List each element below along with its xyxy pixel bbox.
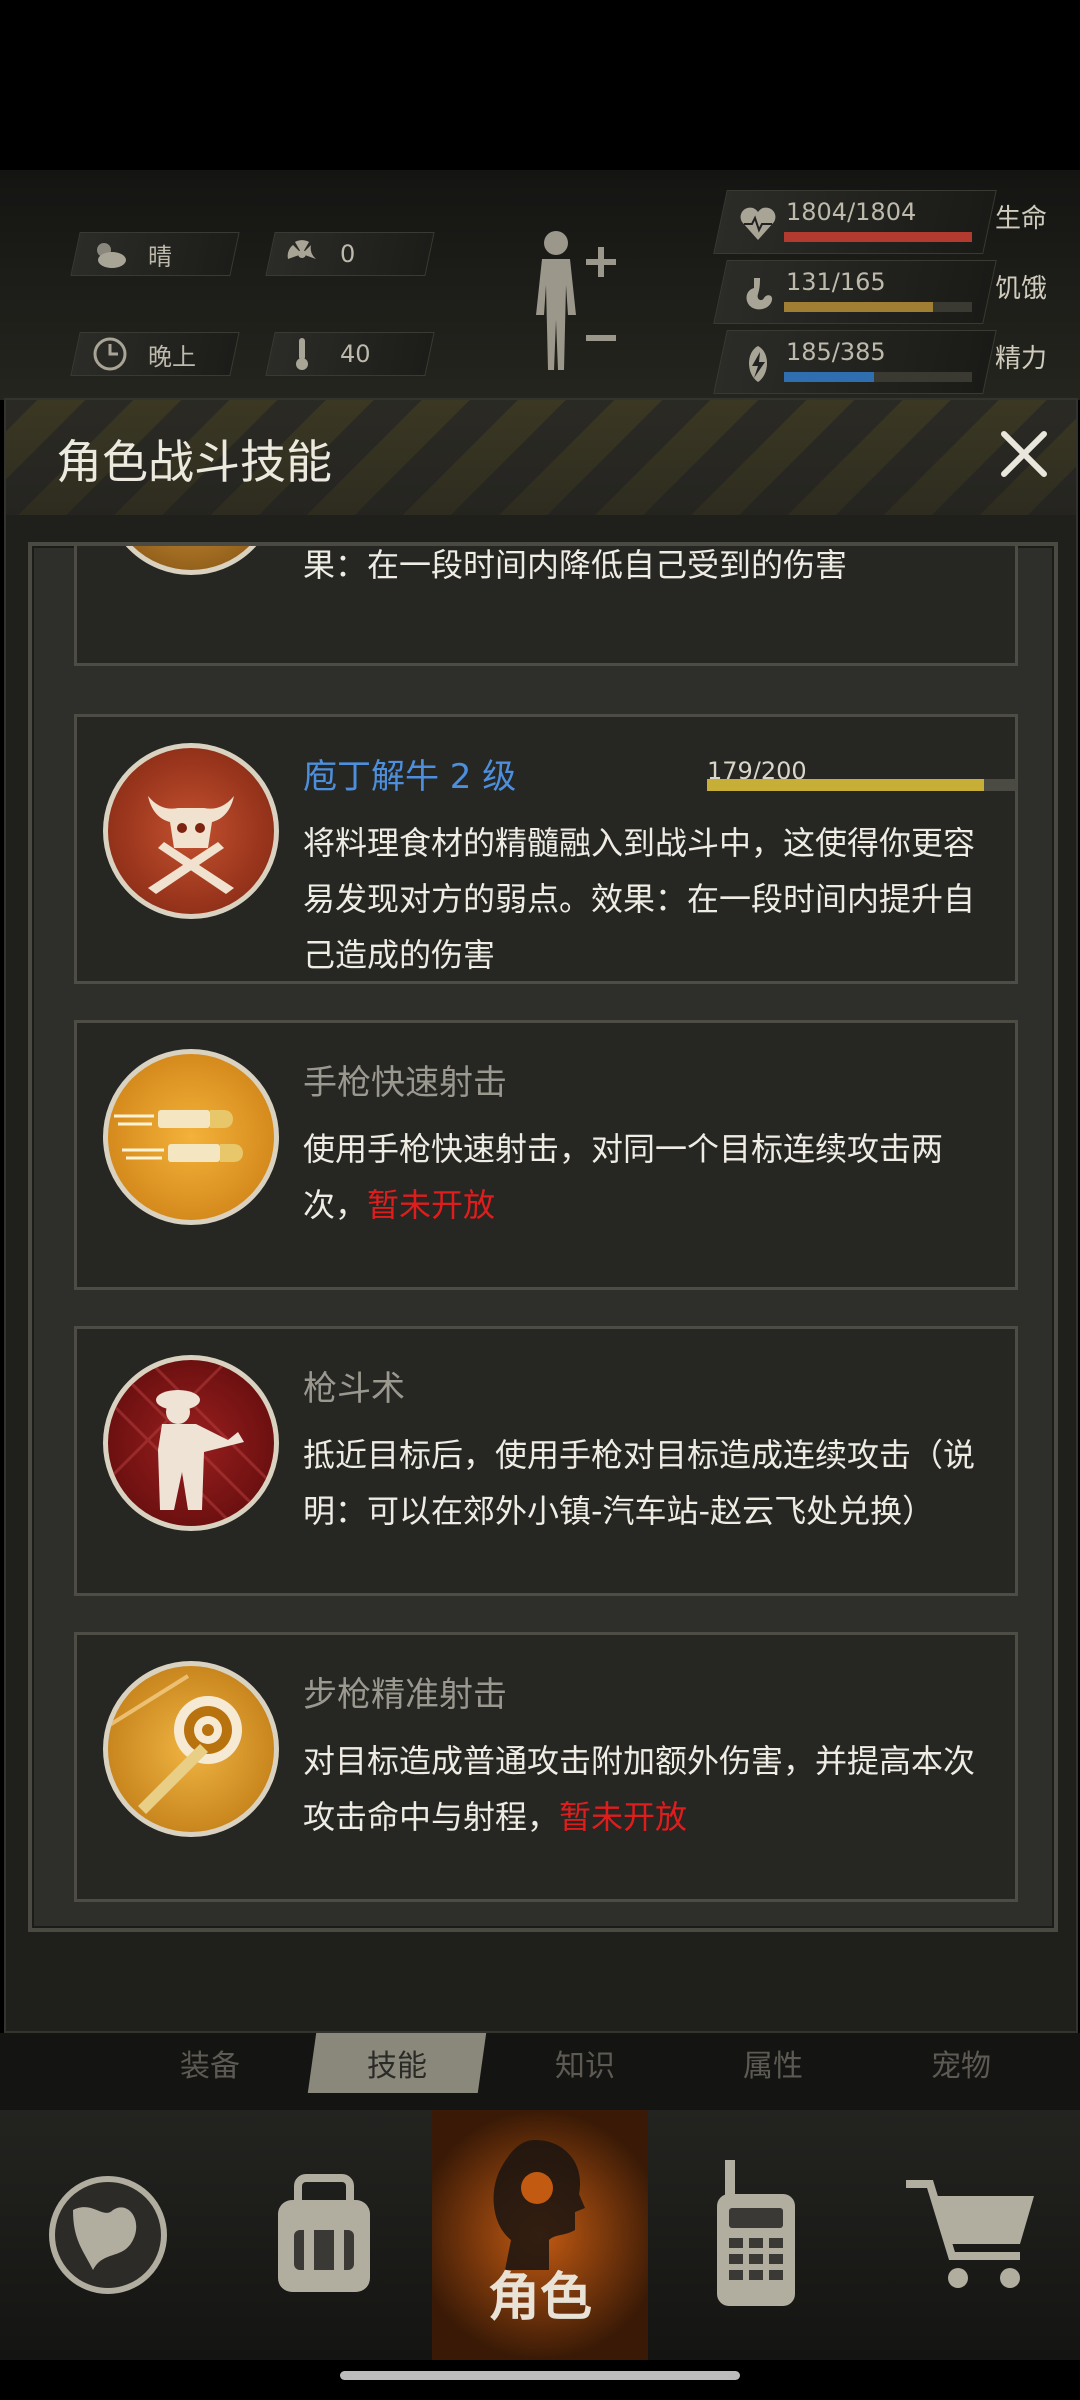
skill-name: 手枪快速射击 (303, 1063, 507, 1103)
energy-icon (749, 346, 767, 382)
tab-equipment[interactable]: 装备 (125, 2033, 295, 2093)
energy-label: 精力 (995, 344, 1048, 374)
energy-bar (784, 372, 972, 382)
target-bullet-icon (103, 1661, 279, 1837)
skill-desc: 抵近目标后，使用手枪对目标造成连续攻击（说明：可以在郊外小镇-汽车站-赵云飞处兑… (303, 1436, 976, 1530)
bull-skull-knives-icon (103, 743, 279, 919)
bottom-nav: 角色 (0, 2110, 1080, 2360)
tab-pets[interactable]: 宠物 (876, 2033, 1046, 2093)
heart-icon (740, 207, 776, 240)
radiation-icon (282, 234, 322, 274)
skill-desc: 果：在一段时间内降低自己受到的伤害 (303, 546, 848, 584)
tab-strip: 装备 技能 知识 属性 宠物 (0, 2033, 1080, 2113)
body-figure-button[interactable] (520, 225, 620, 375)
cart-icon (906, 2180, 1034, 2288)
temperature-value: 40 (340, 340, 371, 368)
globe-icon (49, 2176, 167, 2294)
skill-list[interactable]: 果：在一段时间内降低自己受到的伤害 庖丁解牛 2 级 179/200 将料理食材… (28, 542, 1058, 1932)
skill-desc-wrap: 对目标造成普通攻击附加额外伤害，并提高本次攻击命中与射程，暂未开放 (303, 1733, 995, 1845)
body-figure-icon (536, 231, 616, 370)
nav-map-button[interactable] (0, 2110, 216, 2360)
tab-attributes[interactable]: 属性 (688, 2033, 858, 2093)
health-bar-fill (784, 232, 972, 242)
tab-knowledge[interactable]: 知识 (500, 2033, 670, 2093)
home-indicator[interactable] (340, 2371, 740, 2380)
health-bar (784, 232, 972, 242)
energy-value: 185/385 (786, 338, 886, 366)
tab-label: 技能 (367, 2049, 427, 2084)
temperature-info: 40 (282, 332, 371, 376)
time-info: 晚上 (90, 332, 196, 376)
health-stat: 1804/1804 生命 (713, 190, 1060, 258)
gunman-icon (103, 1355, 279, 1531)
health-value: 1804/1804 (786, 198, 917, 226)
thermometer-icon (282, 334, 322, 374)
skill-card[interactable]: 枪斗术 抵近目标后，使用手枪对目标造成连续攻击（说明：可以在郊外小镇-汽车站-赵… (74, 1326, 1018, 1596)
skill-card[interactable]: 果：在一段时间内降低自己受到的伤害 (74, 546, 1018, 666)
health-label: 生命 (995, 204, 1048, 234)
radiation-value: 0 (340, 240, 356, 268)
energy-bar-fill (784, 372, 875, 382)
nav-character-label: 角色 (487, 2268, 592, 2328)
nav-shop-button[interactable] (864, 2110, 1080, 2360)
close-button[interactable] (992, 422, 1056, 486)
skill-xp-bar (707, 779, 1017, 791)
status-bar: 晴 0 晚上 40 1804/1804 生命 131/165 饥饿 185/38… (0, 170, 1080, 400)
cloud-sun-icon (90, 234, 130, 274)
skill-card[interactable]: 庖丁解牛 2 级 179/200 将料理食材的精髓融入到战斗中，这使得你更容易发… (74, 714, 1018, 984)
skill-name: 步枪精准射击 (303, 1675, 507, 1715)
hunger-label: 饥饿 (995, 274, 1048, 304)
tab-label: 宠物 (931, 2049, 991, 2084)
hunger-stat: 131/165 饥饿 (713, 260, 1060, 328)
skill-desc: 将料理食材的精髓融入到战斗中，这使得你更容易发现对方的弱点。效果：在一段时间内提… (303, 824, 976, 974)
skill-name: 枪斗术 (303, 1369, 405, 1409)
skill-name: 庖丁解牛 2 级 (303, 757, 517, 797)
close-icon (1001, 431, 1047, 477)
tab-skills[interactable]: 技能 (307, 2033, 487, 2093)
nav-character-button[interactable]: 角色 (432, 2110, 648, 2360)
tab-label: 装备 (180, 2049, 240, 2084)
dialog-header: 角色战斗技能 (6, 400, 1076, 515)
combat-skills-dialog: 角色战斗技能 果：在一段时间内降低自己受到的伤害 庖丁解牛 2 级 179/20… (4, 398, 1078, 2033)
shield-skill-icon (103, 546, 279, 575)
walkie-talkie-icon (717, 2160, 795, 2306)
stomach-icon (746, 278, 773, 310)
top-black-area (0, 0, 1080, 170)
hunger-bar (784, 302, 972, 312)
nav-backpack-button[interactable] (216, 2110, 432, 2360)
nav-radio-button[interactable] (648, 2110, 864, 2360)
hunger-bar-fill (784, 302, 934, 312)
bullets-icon (103, 1049, 279, 1225)
skill-desc-wrap: 使用手枪快速射击，对同一个目标连续攻击两次，暂未开放 (303, 1121, 995, 1233)
skill-card[interactable]: 步枪精准射击 对目标造成普通攻击附加额外伤害，并提高本次攻击命中与射程，暂未开放 (74, 1632, 1018, 1902)
backpack-icon (278, 2174, 370, 2292)
energy-stat: 185/385 精力 (713, 330, 1060, 398)
radiation-info: 0 (282, 232, 355, 276)
weather-info: 晴 (90, 232, 172, 276)
hunger-value: 131/165 (786, 268, 886, 296)
skill-locked-label: 暂未开放 (367, 1186, 496, 1224)
time-text: 晚上 (148, 342, 196, 371)
weather-text: 晴 (148, 242, 172, 271)
tab-label: 属性 (743, 2049, 803, 2084)
skill-card[interactable]: 手枪快速射击 使用手枪快速射击，对同一个目标连续攻击两次，暂未开放 (74, 1020, 1018, 1290)
clock-icon (90, 334, 130, 374)
dialog-title: 角色战斗技能 (56, 435, 332, 489)
skill-locked-label: 暂未开放 (559, 1798, 688, 1836)
tab-label: 知识 (555, 2049, 615, 2084)
skill-xp-fill (707, 779, 985, 791)
